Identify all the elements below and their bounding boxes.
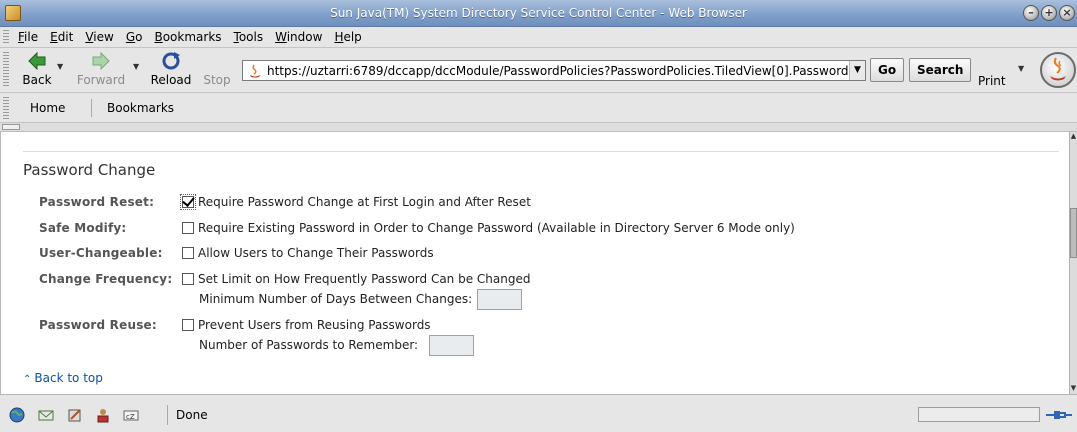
bookmarks-link[interactable]: Bookmarks [107, 101, 174, 115]
chevron-up-icon: ⌃ [23, 374, 32, 385]
menu-tools[interactable]: Tools [234, 30, 264, 44]
stop-button[interactable]: Stop [200, 51, 234, 89]
password-reset-checkbox[interactable] [180, 194, 196, 210]
url-dropdown-icon[interactable]: ▼ [849, 61, 865, 80]
progress-bar [918, 407, 1040, 422]
connection-plug-icon[interactable] [1046, 407, 1072, 423]
menu-view[interactable]: View [85, 30, 113, 44]
home-link[interactable]: Home [30, 101, 65, 115]
safe-modify-label: Safe Modify: [39, 221, 127, 235]
tab-strip [0, 123, 1077, 132]
bookmarks-separator [91, 99, 92, 117]
window-title: Sun Java(TM) System Directory Service Co… [330, 6, 747, 20]
page-content: Password Change Password Reset: Require … [0, 132, 1069, 394]
menu-help[interactable]: Help [334, 30, 361, 44]
back-arrow-icon [28, 51, 46, 71]
java-throbber-icon [1040, 52, 1076, 88]
toolbar-grip[interactable] [3, 52, 9, 88]
min-days-label: Minimum Number of Days Between Changes: [199, 292, 473, 306]
search-button[interactable]: Search [909, 58, 972, 82]
forward-dropdown-icon[interactable]: ▼ [133, 62, 139, 71]
maximize-icon[interactable]: + [1041, 5, 1057, 21]
navigation-toolbar: Back ▼ Forward ▼ Reload Stop https://uzt… [0, 48, 1077, 93]
tab-strip-handle[interactable] [2, 124, 20, 130]
menu-bookmarks[interactable]: Bookmarks [154, 30, 221, 44]
change-frequency-checkbox[interactable] [182, 273, 194, 285]
vertical-scrollbar[interactable]: ▲ ▼ [1069, 132, 1077, 394]
section-divider [23, 151, 1059, 152]
print-dropdown-icon[interactable]: ▼ [1018, 64, 1024, 73]
reload-icon [162, 52, 180, 70]
menu-go[interactable]: Go [126, 30, 143, 44]
svg-text:cZ: cZ [126, 413, 135, 421]
user-changeable-label: User-Changeable: [39, 246, 163, 260]
composer-icon[interactable] [66, 407, 84, 423]
password-reuse-checkbox[interactable] [182, 319, 194, 331]
password-reset-option[interactable]: Require Password Change at First Login a… [198, 195, 531, 209]
globe-icon[interactable] [8, 407, 26, 423]
back-to-top-link[interactable]: ⌃ Back to top [23, 371, 103, 385]
scroll-up-icon[interactable]: ▲ [1070, 132, 1077, 142]
java-site-icon [250, 64, 260, 77]
safe-modify-option[interactable]: Require Existing Password in Order to Ch… [198, 221, 795, 235]
back-dropdown-icon[interactable]: ▼ [57, 62, 63, 71]
url-bar[interactable]: https://uztarri:6789/dccapp/dccModule/Pa… [242, 60, 866, 81]
scroll-down-icon[interactable]: ▼ [1070, 384, 1077, 394]
irc-icon[interactable]: cZ [122, 407, 140, 423]
stop-icon [206, 51, 228, 71]
go-button[interactable]: Go [870, 58, 905, 82]
menubar-grip[interactable] [3, 30, 9, 45]
bookmarks-toolbar: Home Bookmarks [0, 93, 1077, 123]
menu-file[interactable]: File [18, 30, 38, 44]
change-frequency-label: Change Frequency: [39, 272, 173, 286]
address-book-icon[interactable] [94, 407, 112, 423]
url-text[interactable]: https://uztarri:6789/dccapp/dccModule/Pa… [267, 64, 849, 78]
menu-bar: File Edit View Go Bookmarks Tools Window… [0, 27, 1077, 48]
forward-button[interactable]: Forward [76, 51, 126, 89]
change-frequency-option[interactable]: Set Limit on How Frequently Password Can… [198, 272, 530, 286]
user-changeable-option[interactable]: Allow Users to Change Their Passwords [198, 246, 434, 260]
scroll-thumb[interactable] [1070, 208, 1077, 258]
min-days-input[interactable] [477, 289, 522, 310]
password-reuse-option[interactable]: Prevent Users from Reusing Passwords [198, 318, 431, 332]
passwords-to-remember-label: Number of Passwords to Remember: [199, 338, 419, 352]
forward-arrow-icon [92, 51, 110, 71]
mail-icon[interactable] [37, 407, 55, 423]
back-button[interactable]: Back [18, 51, 56, 89]
reload-button[interactable]: Reload [146, 51, 196, 89]
user-changeable-checkbox[interactable] [182, 247, 194, 259]
bookmarks-grip[interactable] [3, 97, 9, 119]
menu-window[interactable]: Window [275, 30, 322, 44]
status-bar: cZ Done [0, 394, 1077, 432]
minimize-icon[interactable]: – [1023, 5, 1039, 21]
close-icon[interactable]: × [1059, 5, 1075, 21]
print-button[interactable]: Print [978, 74, 1006, 88]
passwords-to-remember-input[interactable] [429, 335, 474, 356]
safe-modify-checkbox[interactable] [182, 222, 194, 234]
status-separator [167, 405, 168, 425]
section-title: Password Change [23, 161, 156, 179]
password-reuse-label: Password Reuse: [39, 318, 157, 332]
menu-edit[interactable]: Edit [50, 30, 73, 44]
window-titlebar: Sun Java(TM) System Directory Service Co… [0, 0, 1077, 27]
status-text: Done [176, 408, 208, 422]
password-reset-label: Password Reset: [39, 195, 155, 209]
